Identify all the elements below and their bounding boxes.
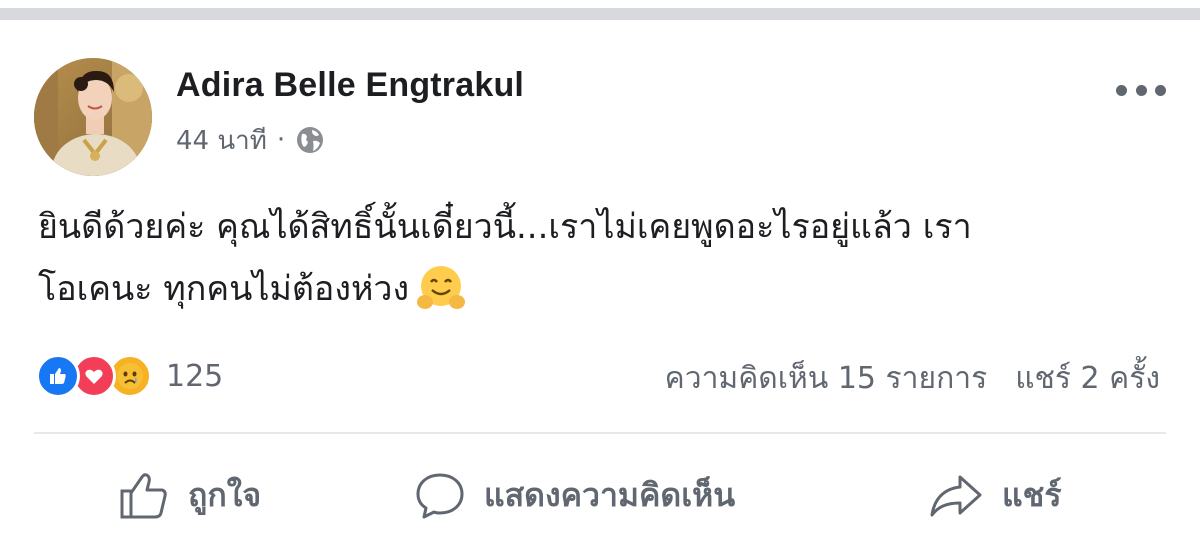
comment-button[interactable]: แสดงความคิดเห็น [414, 460, 735, 530]
like-button[interactable]: ถูกใจ [118, 460, 261, 530]
meta-separator: · [276, 125, 286, 155]
thumbs-up-icon [120, 473, 167, 519]
share-label: แชร์ [1002, 475, 1062, 514]
post-meta: 44 นาที · [176, 122, 325, 158]
reaction-count[interactable]: 125 [166, 359, 223, 394]
post-stats: ความคิดเห็น 15 รายการ แชร์ 2 ครั้ง [665, 356, 1160, 400]
comment-label: แสดงความคิดเห็น [484, 475, 736, 514]
share-count[interactable]: แชร์ 2 ครั้ง [1015, 355, 1160, 402]
share-arrow-icon [930, 475, 982, 517]
post-text-line-2: โอเคนะ ทุกคนไม่ต้องห่วง [38, 269, 410, 309]
hugging-face-emoji-icon [415, 262, 467, 314]
post-text: ยินดีด้วยค่ะ คุณได้สิทธิ์นั้นเดี๋ยวนี้..… [38, 196, 1158, 320]
feed-divider [0, 8, 1200, 20]
avatar[interactable] [34, 58, 152, 176]
globe-icon[interactable] [295, 125, 325, 155]
avatar-image [34, 58, 152, 176]
author-name[interactable]: Adira Belle Engtrakul [176, 66, 524, 105]
like-reaction-icon [36, 354, 80, 398]
post-text-line-2-wrap: โอเคนะ ทุกคนไม่ต้องห่วง [38, 258, 1158, 320]
post-time[interactable]: 44 นาที [176, 120, 267, 161]
feed-post: Adira Belle Engtrakul 44 นาที · ยินดีด้ว… [0, 20, 1200, 543]
post-actions-bar: ถูกใจ แสดงความคิดเห็น แชร์ [0, 460, 1200, 530]
like-label: ถูกใจ [188, 475, 262, 514]
share-button[interactable]: แชร์ [928, 460, 1062, 530]
post-text-line-1: ยินดีด้วยค่ะ คุณได้สิทธิ์นั้นเดี๋ยวนี้..… [38, 207, 972, 247]
more-options-icon[interactable] [1116, 78, 1166, 102]
actions-divider [34, 432, 1166, 434]
comment-count[interactable]: ความคิดเห็น 15 รายการ [665, 355, 988, 402]
comment-bubble-icon [416, 473, 464, 519]
reaction-summary[interactable]: 125 [36, 354, 223, 398]
